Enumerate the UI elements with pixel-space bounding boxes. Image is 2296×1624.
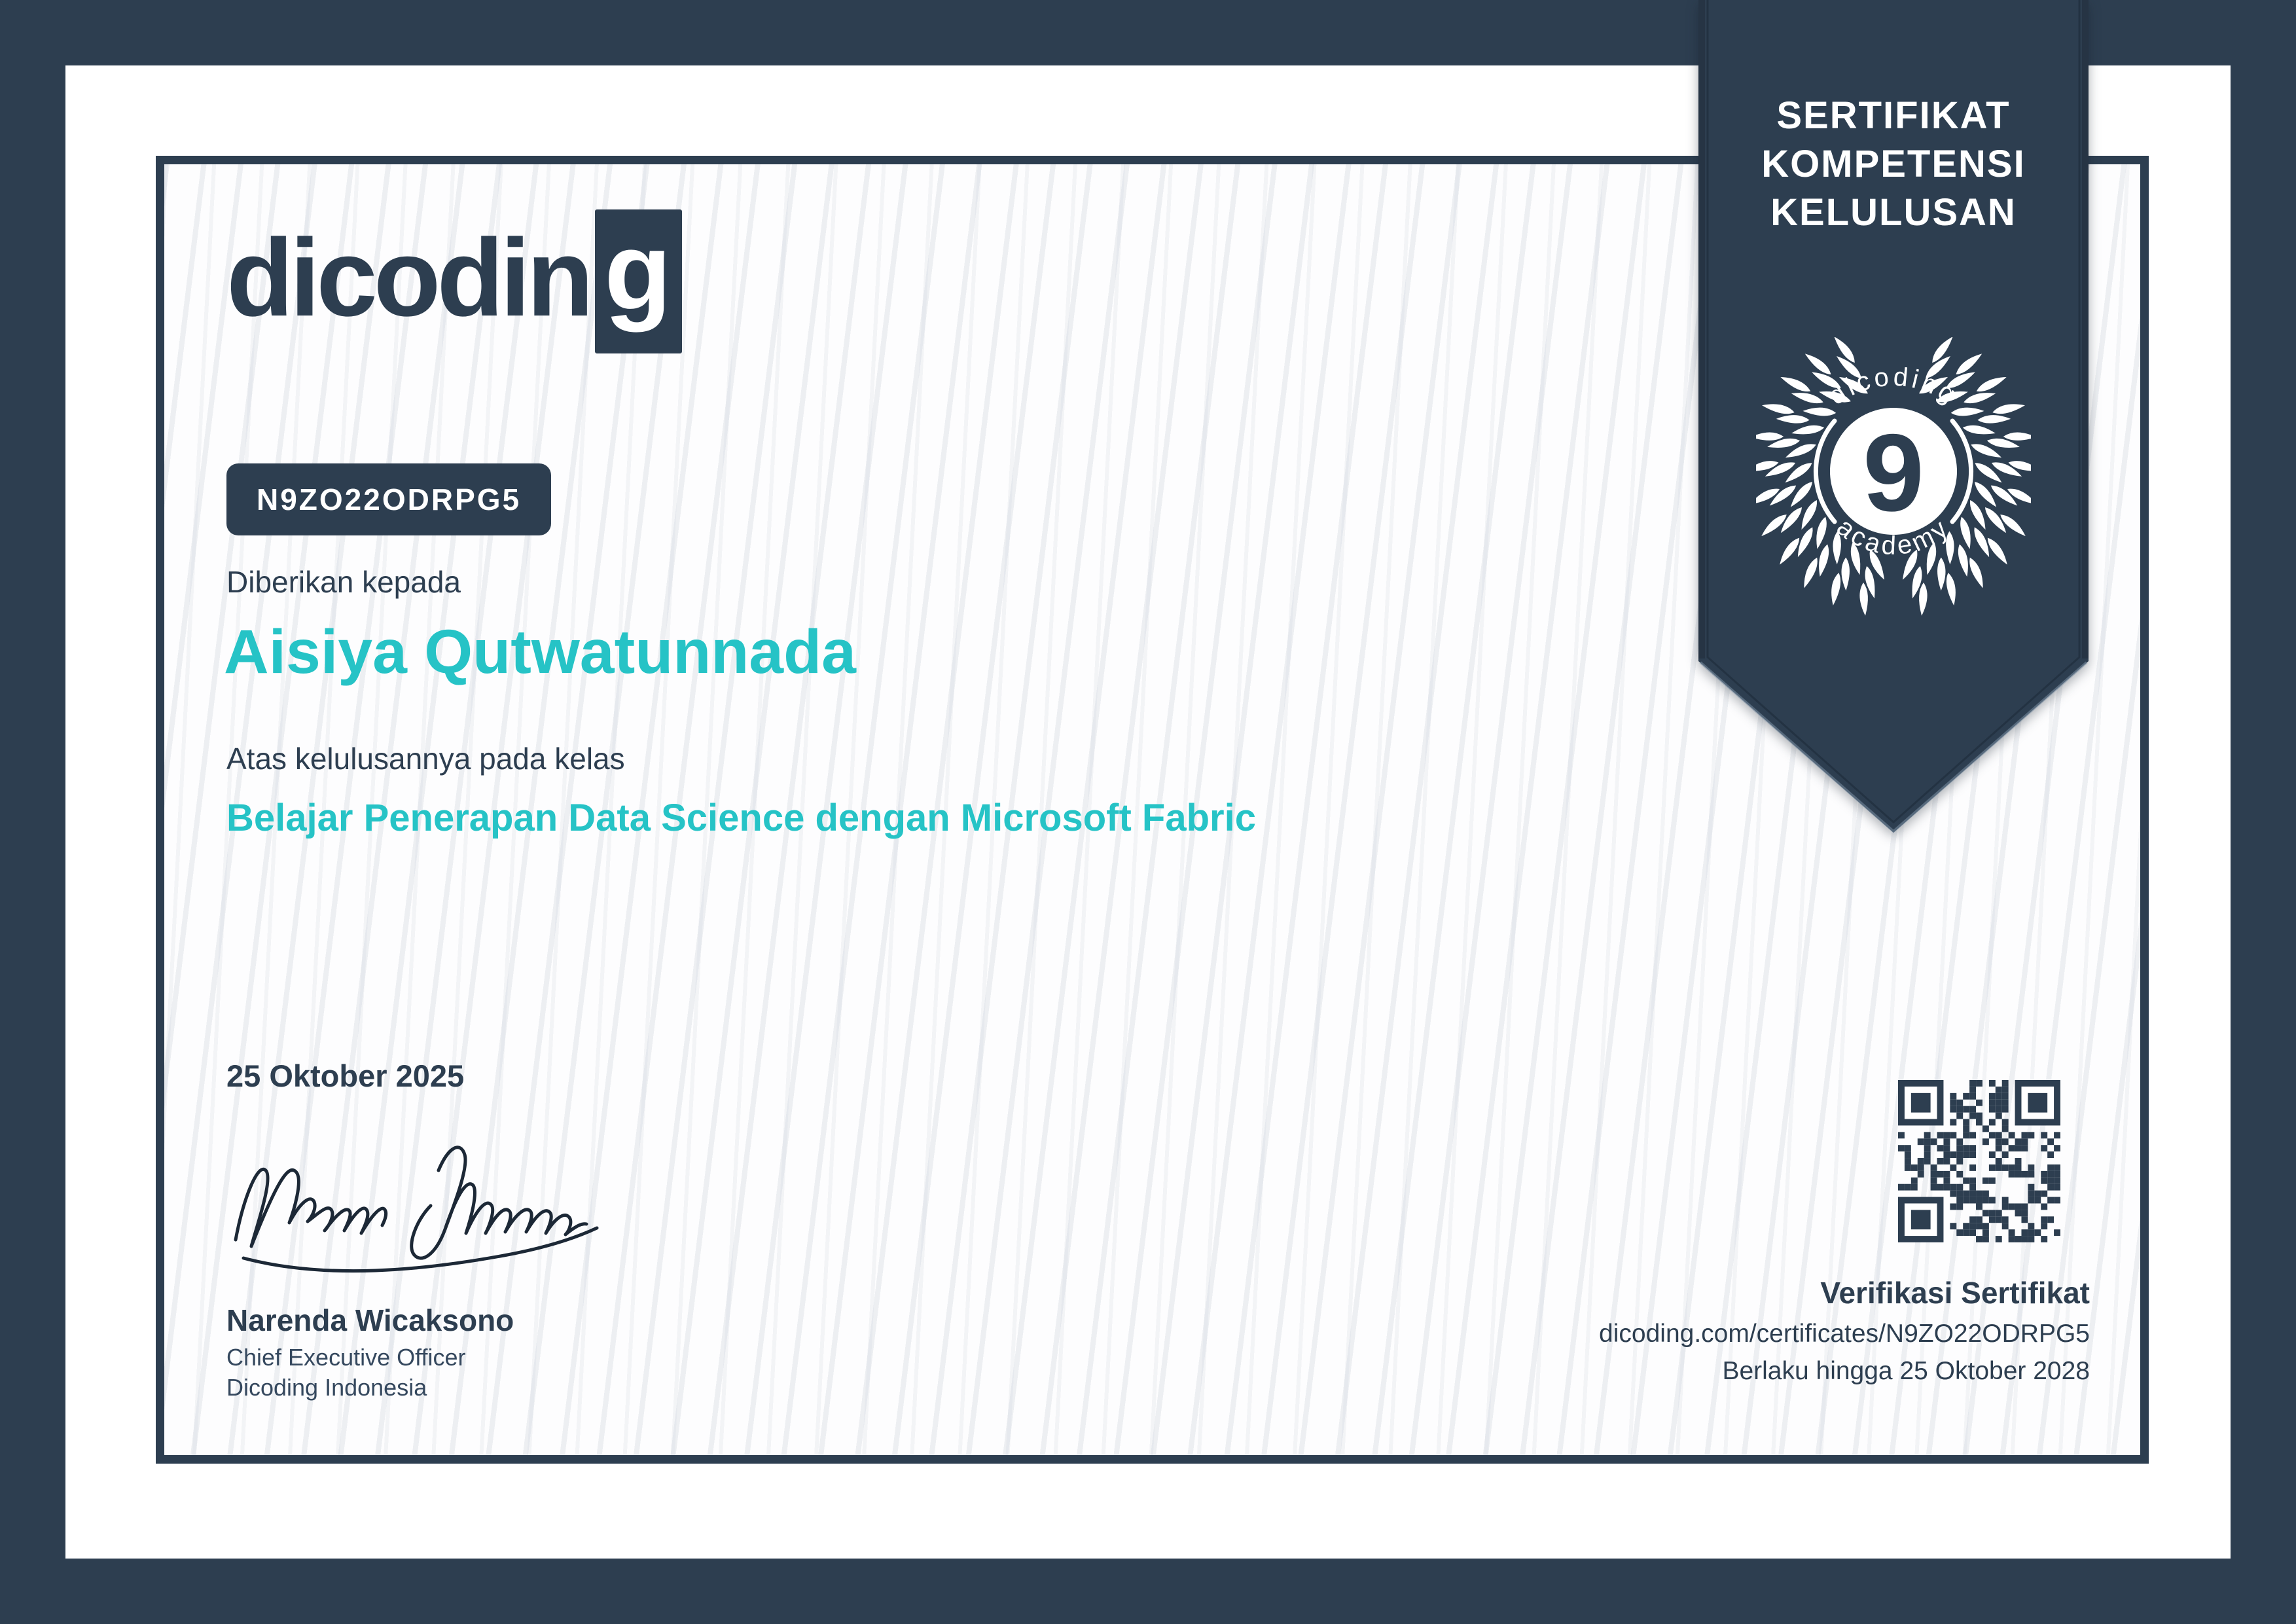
certificate-page: dicodin g SERTIFIKAT KOMPETENSI KELULUSAN: [0, 0, 2296, 1624]
ribbon-title-line3: KELULUSAN: [1770, 191, 2017, 234]
ribbon-title-line2: KOMPETENSI: [1761, 143, 2026, 185]
signer-name: Narenda Wicaksono: [226, 1303, 514, 1337]
qr-code-icon: [1898, 1080, 2060, 1242]
issue-date: 25 Oktober 2025: [226, 1058, 465, 1093]
completion-label: Atas kelulusannya pada kelas: [226, 742, 625, 776]
laurel-wreath-icon: 9 dicoding academy: [1746, 333, 2041, 616]
recipient-name: Aisiya Qutwatunnada: [224, 617, 857, 687]
verification-heading: Verifikasi Sertifikat: [1820, 1276, 2090, 1310]
course-title: Belajar Penerapan Data Science dengan Mi…: [226, 797, 1256, 839]
given-to-label: Diberikan kepada: [226, 565, 461, 599]
validity-text: Berlaku hingga 25 Oktober 2028: [1722, 1357, 2090, 1385]
ribbon-title-line1: SERTIFIKAT: [1776, 94, 2011, 137]
seal-number: 9: [1863, 411, 1924, 534]
signature-image: [234, 1146, 599, 1273]
dicoding-logo: dicodin g: [226, 209, 682, 360]
signer-organization: Dicoding Indonesia: [226, 1374, 427, 1401]
ribbon-title: SERTIFIKAT KOMPETENSI KELULUSAN: [1698, 92, 2089, 237]
certificate-id-badge: N9ZO22ODRPG5: [226, 463, 552, 535]
svg-text:dicoding: dicoding: [1823, 362, 1964, 410]
signer-title: Chief Executive Officer: [226, 1344, 466, 1371]
dicoding-logo-g-box: g: [595, 209, 682, 353]
signer-block: Narenda Wicaksono Chief Executive Office…: [226, 1305, 514, 1399]
verification-block: Verifikasi Sertifikat dicoding.com/certi…: [1599, 1080, 2090, 1384]
seal-arc-top-text: dicoding: [1823, 362, 1960, 410]
dicoding-logo-text: dicodin: [226, 216, 594, 339]
academy-seal: 9 dicoding academy: [1746, 333, 2041, 628]
verification-url: dicoding.com/certificates/N9ZO22ODRPG5: [1599, 1320, 2090, 1348]
